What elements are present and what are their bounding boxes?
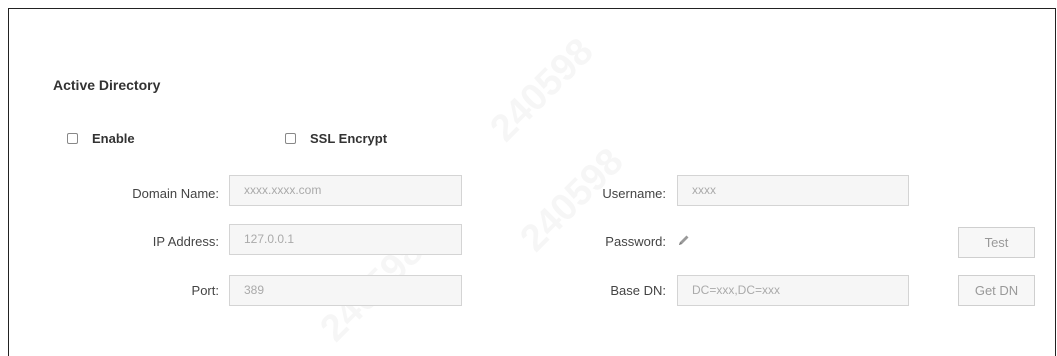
ip-address-label: IP Address: (152, 234, 219, 249)
get-dn-button[interactable]: Get DN (958, 275, 1035, 306)
active-directory-panel: 240598 240598 240598 Active Directory En… (8, 8, 1056, 356)
domain-name-label: Domain Name: (132, 186, 219, 201)
enable-label: Enable (92, 131, 135, 146)
base-dn-input[interactable]: DC=xxx,DC=xxx (677, 275, 909, 306)
watermark-text: 240598 (482, 30, 602, 150)
password-label: Password: (605, 234, 666, 249)
ssl-encrypt-label: SSL Encrypt (310, 131, 388, 146)
ssl-encrypt-checkbox[interactable]: SSL Encrypt (285, 131, 387, 146)
section-title: Active Directory (53, 77, 161, 93)
enable-checkbox[interactable]: Enable (67, 131, 135, 146)
base-dn-label: Base DN: (610, 283, 666, 298)
port-label: Port: (191, 283, 219, 298)
ip-address-input[interactable]: 127.0.0.1 (229, 224, 462, 255)
username-label: Username: (602, 186, 666, 201)
checkbox-box[interactable] (285, 133, 296, 144)
domain-name-input[interactable]: xxxx.xxxx.com (229, 175, 462, 206)
pencil-icon[interactable] (677, 233, 691, 247)
checkbox-box[interactable] (67, 133, 78, 144)
test-button[interactable]: Test (958, 227, 1035, 258)
port-input[interactable]: 389 (229, 275, 462, 306)
username-input[interactable]: xxxx (677, 175, 909, 206)
